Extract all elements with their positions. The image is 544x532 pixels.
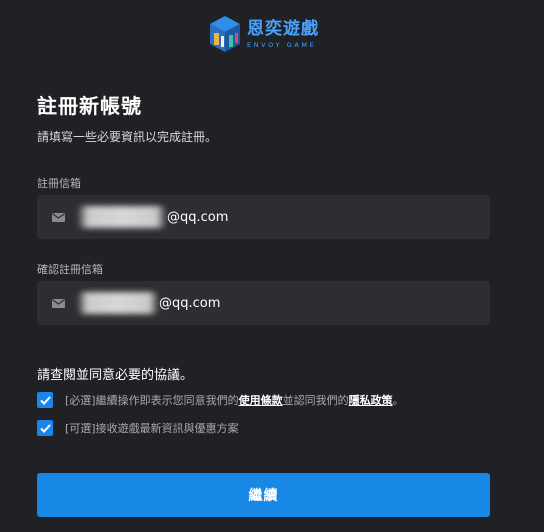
agreements-title: 請查閱並同意必要的協議。 [37, 368, 194, 383]
redacted-blur [77, 292, 159, 314]
logo-name-cn: 恩奕遊戲 [247, 18, 319, 39]
confirm-email-domain: @qq.com [159, 295, 221, 311]
redacted-blur [77, 206, 167, 228]
optional-agreement-row: [可選] 接收遊戲最新資訊與優惠方案 [37, 420, 239, 436]
page-title: 註冊新帳號 [37, 94, 142, 118]
required-text-middle: 並認同我們的 [282, 394, 349, 407]
optional-tag: [可選] [65, 422, 96, 435]
required-agreement-checkbox[interactable] [37, 392, 53, 408]
email-label: 註冊信箱 [37, 177, 81, 190]
required-agreement-row: [必選] 繼續操作即表示您同意我們的 使用條款 並認同我們的 隱私政策 。 [37, 392, 404, 408]
privacy-policy-link[interactable]: 隱私政策 [349, 392, 393, 408]
mail-icon [52, 212, 65, 222]
confirm-email-field[interactable]: @qq.com [37, 281, 490, 325]
terms-of-use-link[interactable]: 使用條款 [239, 392, 283, 408]
page-subtitle: 請填寫一些必要資訊以完成註冊。 [37, 130, 218, 144]
confirm-email-label: 確認註冊信箱 [37, 263, 103, 276]
email-domain: @qq.com [167, 209, 229, 225]
check-icon [39, 395, 51, 405]
email-value[interactable]: @qq.com [77, 206, 228, 228]
mail-icon [52, 298, 65, 308]
confirm-email-value[interactable]: @qq.com [77, 292, 220, 314]
continue-button[interactable]: 繼續 [37, 473, 490, 517]
logo-text: 恩奕遊戲 ENVOY GAME [247, 19, 319, 50]
check-icon [39, 423, 51, 433]
required-tag: [必選] [65, 394, 96, 407]
brand-logo: 恩奕遊戲 ENVOY GAME [207, 12, 319, 56]
logo-name-en: ENVOY GAME [247, 40, 317, 49]
optional-agreement-checkbox[interactable] [37, 420, 53, 436]
required-text-after: 。 [392, 394, 404, 407]
optional-text: 接收遊戲最新資訊與優惠方案 [95, 422, 239, 435]
email-field[interactable]: @qq.com [37, 195, 490, 239]
logo-cube-icon [210, 16, 240, 52]
required-text-before: 繼續操作即表示您同意我們的 [95, 394, 239, 407]
